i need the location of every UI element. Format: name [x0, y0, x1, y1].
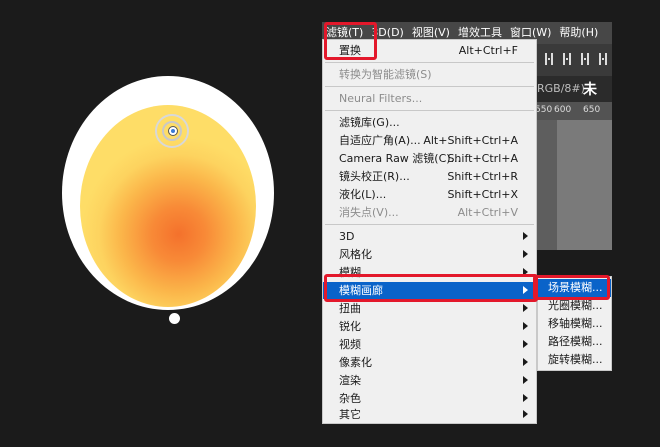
- submenu-item-path-blur[interactable]: 路径模糊...: [538, 333, 611, 351]
- horizontal-ruler: 550 600 650: [535, 102, 612, 120]
- menu-item-video[interactable]: 视频: [323, 336, 536, 353]
- annotation-box-field-blur: [533, 275, 610, 300]
- menu-item-adaptive-wide-angle[interactable]: 自适应广角(A)... Alt+Shift+Ctrl+A: [323, 132, 536, 149]
- menu-item-render[interactable]: 渲染: [323, 372, 536, 389]
- submenu-arrow-icon: [523, 322, 528, 330]
- submenu-arrow-icon: [523, 358, 528, 366]
- submenu-arrow-icon: [523, 410, 528, 418]
- menu-item-distort[interactable]: 扭曲: [323, 300, 536, 317]
- filter-dropdown-menu: 置换 Alt+Ctrl+F 转换为智能滤镜(S) Neural Filters.…: [322, 39, 537, 424]
- menu-item-sharpen[interactable]: 锐化: [323, 318, 536, 335]
- menu-item-stylize[interactable]: 风格化: [323, 246, 536, 263]
- menu-help[interactable]: 帮助(H): [555, 22, 602, 44]
- submenu-arrow-icon: [523, 304, 528, 312]
- menu-item-3d[interactable]: 3D: [323, 228, 536, 245]
- ruler-tick-label: 550: [535, 105, 553, 115]
- align-tool-icon[interactable]: [581, 53, 589, 65]
- next-document-tab[interactable]: 未: [583, 79, 597, 99]
- submenu-item-tilt-shift[interactable]: 移轴模糊...: [538, 315, 611, 333]
- document-canvas[interactable]: [537, 120, 612, 250]
- blur-pin-center-icon[interactable]: [168, 126, 178, 136]
- submenu-arrow-icon: [523, 376, 528, 384]
- document-tab[interactable]: RGB/8#): [537, 82, 585, 95]
- menu-item-other[interactable]: 其它: [323, 406, 536, 423]
- blur-pin-dot-icon[interactable]: [169, 313, 180, 324]
- align-tool-icon[interactable]: [545, 53, 553, 65]
- menu-item-camera-raw[interactable]: Camera Raw 滤镜(C)... Shift+Ctrl+A: [323, 150, 536, 167]
- submenu-item-spin-blur[interactable]: 旋转模糊...: [538, 351, 611, 369]
- options-bar: [537, 44, 612, 76]
- annotation-box-filter-menu: [324, 22, 377, 60]
- menu-item-noise[interactable]: 杂色: [323, 390, 536, 407]
- menu-item-vanishing-point[interactable]: 消失点(V)... Alt+Ctrl+V: [323, 204, 536, 221]
- menu-item-convert-smart-filter[interactable]: 转换为智能滤镜(S): [323, 66, 536, 83]
- menu-separator: [325, 110, 534, 111]
- submenu-arrow-icon: [523, 340, 528, 348]
- document-tab-strip: RGB/8#) 未: [537, 76, 612, 102]
- canvas-fill: [557, 120, 612, 250]
- ruler-tick-label: 600: [554, 105, 572, 115]
- menu-separator: [325, 224, 534, 225]
- submenu-arrow-icon: [523, 232, 528, 240]
- menu-separator: [325, 86, 534, 87]
- ruler-tick-label: 650: [583, 105, 601, 115]
- menu-item-lens-correction[interactable]: 镜头校正(R)... Shift+Ctrl+R: [323, 168, 536, 185]
- submenu-arrow-icon: [523, 250, 528, 258]
- menu-item-pixelate[interactable]: 像素化: [323, 354, 536, 371]
- align-tool-icon[interactable]: [563, 53, 571, 65]
- menu-item-liquify[interactable]: 液化(L)... Shift+Ctrl+X: [323, 186, 536, 203]
- align-tool-icon[interactable]: [599, 53, 607, 65]
- menu-item-neural-filters[interactable]: Neural Filters...: [323, 90, 536, 107]
- annotation-box-blur-gallery: [324, 274, 538, 302]
- submenu-arrow-icon: [523, 394, 528, 402]
- menu-item-filter-gallery[interactable]: 滤镜库(G)...: [323, 114, 536, 131]
- menu-separator: [325, 62, 534, 63]
